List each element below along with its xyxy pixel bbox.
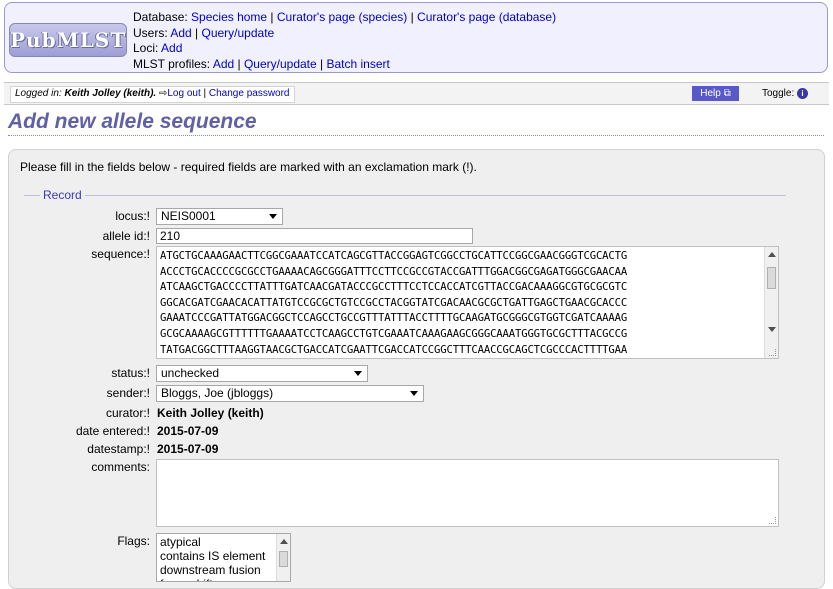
mlst-add-link[interactable]: Add (213, 57, 234, 71)
logged-in-label: Logged in: (15, 88, 62, 99)
allele-id-input[interactable]: 210 (156, 228, 473, 244)
fieldset-legend: Record (40, 188, 85, 202)
page-title: Add new allele sequence (8, 109, 824, 136)
sequence-text: ATGCTGCAAAGAACTTCGGCGAAATCCATCAGCGTTACCG… (160, 250, 628, 356)
species-home-link[interactable]: Species home (191, 10, 267, 24)
toggle-control: Toggle: i (762, 86, 809, 101)
resize-grip-icon[interactable] (769, 517, 776, 524)
help-label: Help (700, 88, 721, 99)
chevron-down-icon (354, 371, 362, 376)
sender-value: Bloggs, Joe (jbloggs) (161, 386, 274, 400)
loci-menu-line: Loci: Add (133, 41, 556, 57)
external-link-icon: ⧉ (723, 88, 731, 99)
scroll-up-icon[interactable] (280, 539, 288, 544)
comments-textarea[interactable] (156, 459, 779, 527)
header-menu: Database: Species home | Curator's page … (133, 10, 556, 72)
database-label: Database: (133, 10, 188, 24)
curator-value: Keith Jolley (keith) (157, 406, 264, 420)
allele-id-label: allele id:! (102, 229, 150, 243)
status-label: status:! (111, 366, 150, 380)
flag-option[interactable]: contains IS element (160, 549, 287, 563)
form-instructions: Please fill in the fields below - requir… (20, 160, 477, 174)
flag-option[interactable]: atypical (160, 535, 287, 549)
users-label: Users: (133, 25, 168, 40)
help-button[interactable]: Help ⧉ (692, 86, 739, 101)
mlst-profiles-label: MLST profiles: (133, 56, 211, 71)
status-bar: Logged in: Keith Jolley (keith). ⇨Log ou… (4, 82, 829, 105)
loci-label: Loci: (133, 41, 159, 55)
change-password-link[interactable]: Change password (209, 88, 290, 99)
status-value: unchecked (161, 366, 220, 380)
locus-value: NEIS0001 (161, 209, 216, 223)
logged-in-user: Keith Jolley (keith). (64, 88, 157, 99)
flag-option[interactable]: downstream fusion (160, 563, 287, 577)
users-query-update-link[interactable]: Query/update (202, 26, 275, 40)
scroll-thumb[interactable] (279, 551, 288, 567)
toggle-label: Toggle: (762, 88, 795, 99)
date-entered-value: 2015-07-09 (157, 424, 219, 438)
fieldset-border (24, 195, 786, 196)
locus-label: locus:! (115, 209, 150, 223)
datestamp-label: datestamp:! (87, 442, 150, 456)
sequence-label: sequence:! (91, 247, 150, 261)
scroll-up-icon[interactable] (768, 252, 776, 257)
flag-option[interactable]: frameshift (160, 577, 287, 581)
sequence-textarea[interactable]: ATGCTGCAAAGAACTTCGGCGAAATCCATCAGCGTTACCG… (156, 246, 779, 359)
chevron-down-icon (410, 391, 418, 396)
info-icon[interactable]: i (797, 87, 809, 99)
scroll-down-icon[interactable] (768, 327, 776, 332)
mlst-profiles-menu-line: MLST profiles: Add | Query/update | Batc… (133, 56, 390, 71)
database-menu-line: Database: Species home | Curator's page … (133, 10, 557, 24)
locus-select[interactable]: NEIS0001 (156, 208, 283, 225)
flags-scrollbar[interactable] (276, 534, 290, 581)
sender-label: sender:! (106, 386, 150, 400)
loci-add-link[interactable]: Add (161, 41, 182, 55)
users-menu-line: Users: Add | Query/update (133, 25, 275, 40)
sender-select[interactable]: Bloggs, Joe (jbloggs) (156, 385, 424, 402)
curators-page-species-link[interactable]: Curator's page (species) (277, 10, 407, 24)
pubmlst-logo[interactable]: PubMLST (9, 23, 127, 57)
status-select[interactable]: unchecked (156, 365, 368, 382)
flags-label: Flags: (117, 534, 150, 548)
mlst-batch-insert-link[interactable]: Batch insert (326, 57, 389, 71)
flags-multiselect[interactable]: atypical contains IS element downstream … (156, 533, 291, 582)
date-entered-label: date entered:! (75, 424, 150, 438)
chevron-down-icon (269, 214, 277, 219)
comments-label: comments: (91, 460, 150, 474)
curator-label: curator:! (105, 406, 150, 420)
scroll-thumb[interactable] (767, 267, 776, 289)
datestamp-value: 2015-07-09 (157, 442, 219, 456)
sequence-scrollbar[interactable] (764, 247, 778, 358)
curators-page-database-link[interactable]: Curator's page (database) (417, 10, 556, 24)
resize-grip-icon[interactable] (769, 349, 776, 356)
logout-link[interactable]: Log out (167, 88, 200, 99)
login-box: Logged in: Keith Jolley (keith). ⇨Log ou… (10, 86, 295, 103)
mlst-query-update-link[interactable]: Query/update (244, 57, 317, 71)
users-add-link[interactable]: Add (170, 26, 191, 40)
site-header: PubMLST Database: Species home | Curator… (4, 2, 828, 73)
